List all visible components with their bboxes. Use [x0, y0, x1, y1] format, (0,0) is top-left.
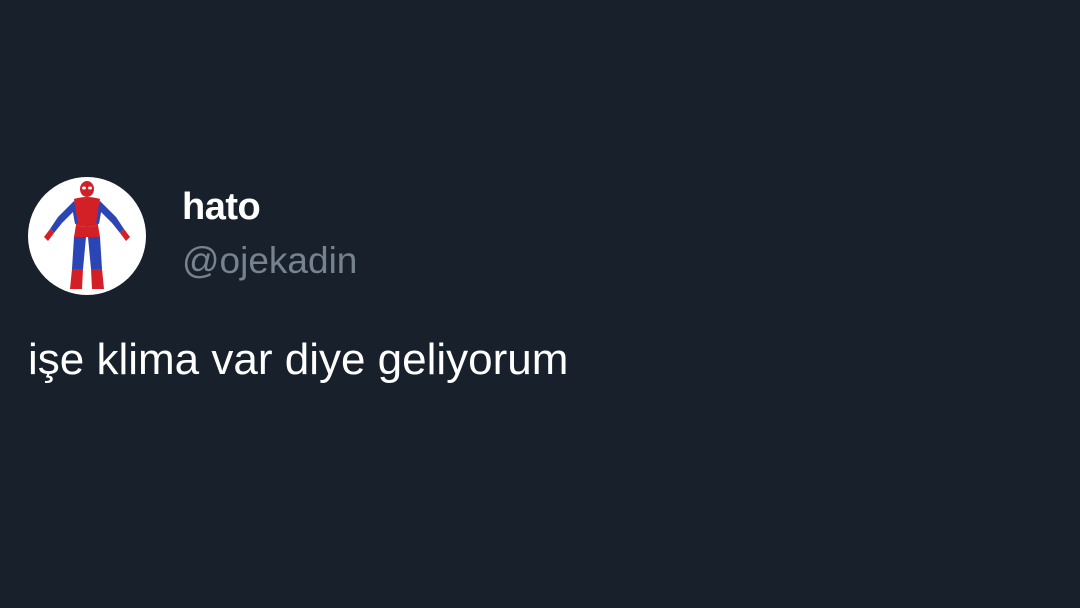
- avatar[interactable]: [28, 177, 146, 295]
- tweet-text: işe klima var diye geliyorum: [28, 335, 569, 384]
- user-handle[interactable]: @ojekadin: [182, 238, 357, 284]
- display-name[interactable]: hato: [182, 184, 261, 230]
- spiderman-avatar-icon: [44, 181, 130, 289]
